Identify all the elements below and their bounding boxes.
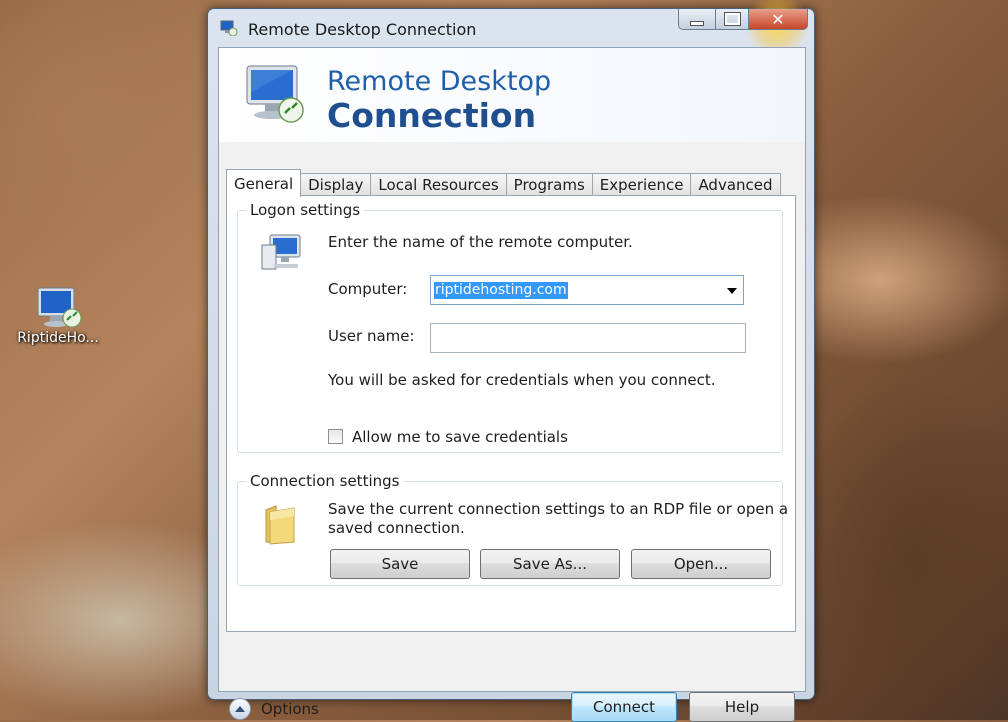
connection-description-line2: saved connection. xyxy=(328,519,465,537)
window-client-area: Remote Desktop Connection General Displa… xyxy=(218,47,806,722)
folder-icon xyxy=(264,502,298,550)
help-button[interactable]: Help xyxy=(689,692,795,722)
tab-panel-general: Logon settings Enter the name of the rem… xyxy=(226,195,796,632)
options-label[interactable]: Options xyxy=(261,700,319,718)
rdp-monitor-icon xyxy=(243,62,309,128)
tab-advanced[interactable]: Advanced xyxy=(690,173,781,196)
tab-display[interactable]: Display xyxy=(300,173,372,196)
computer-combobox[interactable]: riptidehosting.com xyxy=(430,275,744,305)
username-input[interactable] xyxy=(430,323,746,353)
rdp-window: Remote Desktop Connection ✕ Remote Deskt… xyxy=(207,0,815,722)
connection-settings-legend: Connection settings xyxy=(250,472,400,490)
close-icon: ✕ xyxy=(771,9,785,29)
connection-settings-group: Connection settings Save the current con… xyxy=(237,472,788,586)
computer-input[interactable]: riptidehosting.com xyxy=(434,282,568,299)
connect-button[interactable]: Connect xyxy=(571,692,677,722)
options-chevron-up-icon[interactable] xyxy=(229,698,251,720)
save-button[interactable]: Save xyxy=(330,549,470,579)
logon-settings-group: Logon settings Enter the name of the rem… xyxy=(237,201,783,453)
tab-strip: General Display Local Resources Programs… xyxy=(226,169,781,197)
computer-label: Computer: xyxy=(328,280,408,298)
connection-description-line1: Save the current connection settings to … xyxy=(328,500,789,518)
rdp-monitor-icon xyxy=(36,286,82,328)
maximize-icon xyxy=(723,12,741,26)
tab-general[interactable]: General xyxy=(226,169,302,197)
maximize-button[interactable] xyxy=(716,9,749,30)
username-label: User name: xyxy=(328,327,415,345)
desktop-shortcut-riptidehosting[interactable]: RiptideHo... xyxy=(8,286,108,346)
tab-local-resources[interactable]: Local Resources xyxy=(370,173,507,196)
close-button[interactable]: ✕ xyxy=(749,9,808,30)
rdp-app-icon xyxy=(220,20,238,37)
window-title: Remote Desktop Connection xyxy=(248,20,477,39)
options-toggle[interactable]: Options xyxy=(229,698,319,720)
save-credentials-checkbox[interactable] xyxy=(328,429,343,444)
title-bar[interactable]: Remote Desktop Connection ✕ xyxy=(208,0,814,55)
dialog-body: General Display Local Resources Programs… xyxy=(219,142,805,722)
save-as-button[interactable]: Save As... xyxy=(480,549,620,579)
save-credentials-label[interactable]: Allow me to save credentials xyxy=(352,428,568,446)
tab-experience[interactable]: Experience xyxy=(591,173,692,196)
desktop-shortcut-label: RiptideHo... xyxy=(17,330,99,346)
logon-settings-legend: Logon settings xyxy=(250,201,361,219)
banner-title-line1: Remote Desktop xyxy=(327,66,552,97)
logon-instruction: Enter the name of the remote computer. xyxy=(328,233,633,251)
minimize-button[interactable] xyxy=(678,9,716,30)
minimize-icon xyxy=(690,20,704,26)
computer-icon xyxy=(260,233,308,281)
banner: Remote Desktop Connection xyxy=(219,48,805,142)
open-button[interactable]: Open... xyxy=(631,549,771,579)
credentials-note: You will be asked for credentials when y… xyxy=(328,371,716,389)
tab-programs[interactable]: Programs xyxy=(505,173,593,196)
banner-title-line2: Connection xyxy=(327,96,537,135)
chevron-down-icon[interactable] xyxy=(727,288,737,294)
